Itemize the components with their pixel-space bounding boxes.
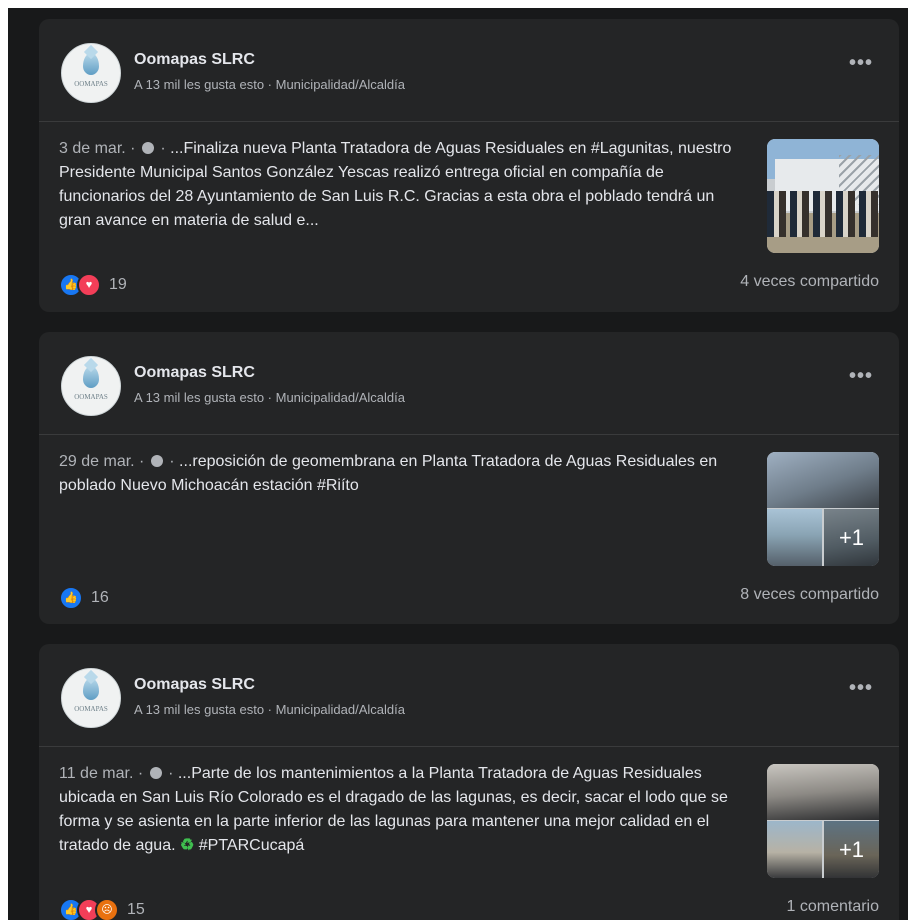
photo-thumb[interactable] [767,452,879,508]
page-meta: A 13 mil les gusta esto · Municipalidad/… [134,702,405,717]
avatar-brand: OOMAPAS [74,705,108,713]
reaction-count: 16 [91,589,109,606]
more-options-button[interactable]: ••• [843,678,879,704]
post-card: OOMAPAS Oomapas SLRC A 13 mil les gusta … [39,19,899,312]
shares-link[interactable]: 8 veces compartido [740,586,879,604]
date-separator: · [164,453,180,470]
photo-thumb[interactable] [767,509,822,566]
post-hashtag-link[interactable]: #PTARCucapá [194,837,305,854]
angry-icon: ☹ [95,898,119,920]
post-date-link[interactable]: 3 de mar. · · [59,140,170,157]
reaction-count: 15 [127,901,145,918]
post-header: OOMAPAS Oomapas SLRC A 13 mil les gusta … [39,332,899,435]
news-feed: OOMAPAS Oomapas SLRC A 13 mil les gusta … [8,8,908,920]
shares-link[interactable]: 4 veces compartido [740,273,879,291]
more-options-button[interactable]: ••• [843,53,879,79]
page-meta: A 13 mil les gusta esto · Municipalidad/… [134,390,405,405]
post-date-link[interactable]: 29 de mar. · · [59,453,179,470]
photo-thumb[interactable] [767,764,879,820]
avatar-brand: OOMAPAS [74,80,108,88]
post-date: 29 de mar. · [59,453,149,470]
globe-icon [150,455,163,467]
recycle-icon: ♻ [179,837,195,854]
reactions-summary[interactable]: 👍 16 [59,586,109,610]
more-photos-overlay[interactable]: +1 [824,821,879,878]
post-date: 3 de mar. · [59,140,140,157]
globe-icon [149,767,162,779]
date-separator: · [155,140,171,157]
water-drop-icon [83,53,99,75]
love-icon: ♥ [77,273,101,297]
post-text[interactable]: 3 de mar. · · ...Finaliza nueva Planta T… [59,137,735,233]
globe-icon [141,142,154,154]
water-drop-icon [83,678,99,700]
post-photo[interactable] [767,139,879,253]
post-date: 11 de mar. · [59,765,148,782]
page-name-link[interactable]: Oomapas SLRC [134,51,255,69]
page-avatar[interactable]: OOMAPAS [61,356,121,416]
post-date-link[interactable]: 11 de mar. · · [59,765,178,782]
post-text[interactable]: 11 de mar. · · ...Parte de los mantenimi… [59,762,735,858]
photo-thumb[interactable] [767,821,822,878]
post-header: OOMAPAS Oomapas SLRC A 13 mil les gusta … [39,19,899,122]
water-drop-icon [83,366,99,388]
page-name-link[interactable]: Oomapas SLRC [134,676,255,694]
date-separator: · [163,765,178,782]
like-icon: 👍 [59,586,83,610]
page-avatar[interactable]: OOMAPAS [61,43,121,103]
avatar-brand: OOMAPAS [74,393,108,401]
more-photos-overlay[interactable]: +1 [824,509,879,566]
reactions-summary[interactable]: 👍 ♥ 19 [59,273,127,297]
page-name-link[interactable]: Oomapas SLRC [134,364,255,382]
page-avatar[interactable]: OOMAPAS [61,668,121,728]
post-text[interactable]: 29 de mar. · · ...reposición de geomembr… [59,450,735,498]
reactions-summary[interactable]: 👍 ♥ ☹ 15 [59,898,145,920]
post-card: OOMAPAS Oomapas SLRC A 13 mil les gusta … [39,332,899,624]
more-options-button[interactable]: ••• [843,366,879,392]
post-card: OOMAPAS Oomapas SLRC A 13 mil les gusta … [39,644,899,920]
comments-link[interactable]: 1 comentario [787,898,880,916]
post-photo-grid[interactable]: +1 [767,764,879,878]
reaction-count: 19 [109,276,127,293]
page-meta: A 13 mil les gusta esto · Municipalidad/… [134,77,405,92]
post-header: OOMAPAS Oomapas SLRC A 13 mil les gusta … [39,644,899,747]
post-photo-grid[interactable]: +1 [767,452,879,566]
